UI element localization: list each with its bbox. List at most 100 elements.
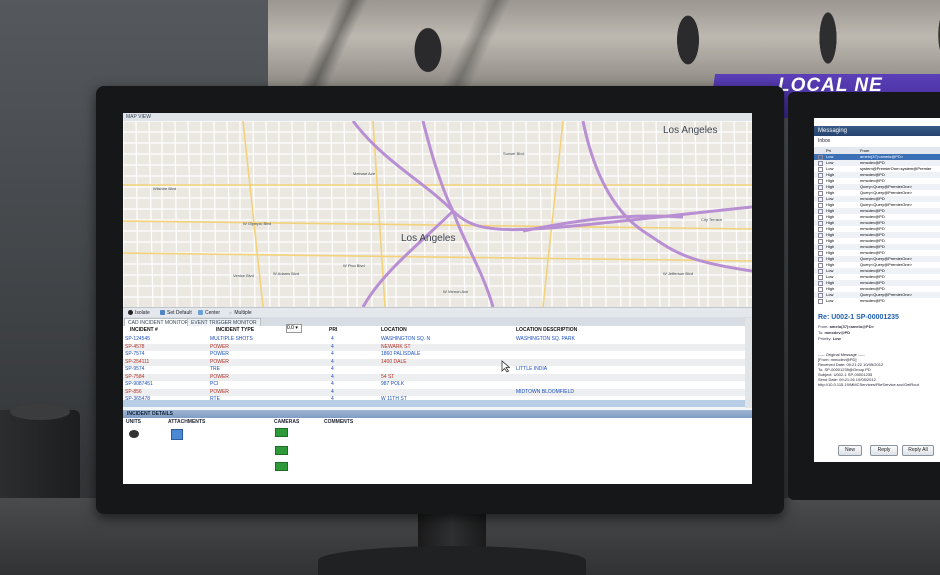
messaging-screen: Messaging Inbox Pri From Low amelo(37)<am… (814, 118, 940, 462)
cell-id: SP-856 (125, 388, 142, 395)
cell-id: SP-9087451 (125, 381, 153, 387)
street-map[interactable] (123, 121, 752, 307)
col-location-description[interactable]: LOCATION DESCRIPTION (516, 326, 577, 335)
cell-pri: 4 (331, 336, 334, 342)
camera-icon[interactable] (275, 428, 288, 437)
table-row[interactable]: SP-7584 POWER 4 54 ST (123, 373, 745, 381)
cell-type: POWER (210, 358, 229, 365)
col-pri[interactable]: PRI (329, 326, 337, 335)
map-label: W Olympic Blvd (243, 221, 272, 226)
cell-type: POWER (210, 343, 229, 350)
comments-pane: COMMENTS (321, 418, 752, 484)
cad-screen: MAP VIEW Los Angeles Los Angeles Wilshire … (123, 113, 752, 484)
cell-pri: 4 (331, 381, 334, 387)
selected-row-highlight (123, 400, 745, 407)
monitor-tabs: CAD INCIDENT MONITOR EVENT TRIGGER MONIT… (123, 317, 752, 327)
cell-type: PCI (210, 381, 219, 387)
map-view-title: MAP VIEW (123, 113, 752, 121)
cell-id: SP-4578 (125, 343, 145, 350)
cell-id: SP-7574 (125, 351, 145, 357)
pri-column-header[interactable]: Pri (826, 147, 831, 154)
cell-id: SP-124545 (125, 336, 151, 342)
monitor-stand-base (318, 546, 586, 575)
inbox-row[interactable]: Low mmcdev@PD (814, 298, 940, 304)
messaging-title: Messaging (814, 126, 940, 136)
table-row[interactable]: SP-856 POWER 4 MIDTOWN BLOOMFIELD (123, 388, 745, 396)
to-value: mmcdev@PD (824, 330, 851, 335)
attachments-label: ATTACHMENTS (168, 419, 206, 425)
col-incident[interactable]: INCIDENT # (130, 326, 158, 335)
set-default-icon (160, 310, 165, 316)
camera-icon[interactable] (275, 446, 288, 455)
cell-location: 54 ST (381, 373, 395, 380)
center-button[interactable]: Center (195, 309, 223, 317)
map-label: W Pico Blvd (343, 263, 365, 268)
comments-label: COMMENTS (324, 419, 354, 425)
attachment-icon[interactable] (171, 429, 183, 440)
cell-id: SP-254111 (125, 358, 150, 365)
map-label: Sunset Blvd (503, 151, 525, 156)
table-row[interactable]: SP-124545 MULTIPLE SHOTS 4 WASHINGTON SQ. N… (123, 336, 745, 343)
from-label: From: (818, 324, 829, 329)
attachments-pane: ATTACHMENTS (165, 418, 272, 484)
priority-value: Low (832, 336, 841, 341)
table-row[interactable]: SP-9087451 PCI 4 987 POLK (123, 381, 745, 388)
col-location[interactable]: LOCATION (381, 326, 407, 335)
cell-type: POWER (210, 373, 229, 380)
table-row[interactable]: SP-9574 TRE 4 LITTLE INDIA (123, 366, 745, 373)
map-label: Los Angeles (663, 125, 718, 136)
center-icon (198, 310, 203, 316)
map-view[interactable]: Los Angeles Los Angeles Wilshire Blvd W Oly… (123, 121, 752, 307)
cell-type: POWER (210, 388, 229, 395)
to-line: To: mmcdev@PD (818, 330, 850, 335)
inbox-tab[interactable]: Inbox (818, 138, 830, 144)
table-scrollbar[interactable] (745, 318, 752, 408)
table-row[interactable]: SP-254111 POWER 4 1400 DALE (123, 358, 745, 366)
map-label: Wilshire Blvd (153, 186, 177, 191)
message-body: ----- Original Message ----- [From: mmcd… (818, 352, 919, 387)
cell-desc: WASHINGTON SQ. PARK (516, 336, 575, 342)
from-line: From: amelo(37)<amelo@PD> (818, 324, 874, 329)
cell-pri: 4 (331, 343, 334, 350)
cell-id: SP-9574 (125, 366, 145, 372)
isolate-label: Isolate (135, 310, 150, 316)
cell-type: TRE (210, 366, 220, 372)
new-button[interactable]: New (838, 445, 862, 456)
reply-all-button[interactable]: Reply All (902, 445, 934, 456)
row-checkbox[interactable] (818, 299, 823, 304)
table-row[interactable]: SP-4578 POWER 4 NEWARK ST (123, 343, 745, 351)
cell-type: POWER (210, 351, 229, 357)
cell-pri: 4 (331, 358, 334, 365)
table-row[interactable]: SP-7574 POWER 4 1860 PALISDALE (123, 351, 745, 358)
incident-details-header: INCIDENT DETAILS (123, 410, 752, 418)
cameras-pane: CAMERAS (271, 418, 322, 484)
filter-dropdown[interactable]: 0.0 ▾ (286, 324, 302, 333)
incident-table: INCIDENT # INCIDENT TYPE PRI LOCATION LO… (123, 326, 745, 406)
from-value: amelo(37)<amelo@PD> (829, 324, 874, 329)
cell-type: MULTIPLE SHOTS (210, 336, 253, 342)
units-label: UNITS (126, 419, 141, 425)
cell-id: SP-7584 (125, 373, 145, 380)
cameras-label: CAMERAS (274, 419, 300, 425)
col-type[interactable]: INCIDENT TYPE (216, 326, 254, 335)
map-label: Los Angeles (401, 233, 456, 244)
mouse-pointer-icon (501, 360, 510, 373)
camera-icon[interactable] (275, 462, 288, 471)
cell-location: 1400 DALE (381, 358, 407, 365)
to-label: To: (818, 330, 824, 335)
set-default-label: Set Default (167, 310, 192, 316)
from-column-header[interactable]: From (860, 147, 869, 154)
row-priority: Low (826, 298, 834, 303)
cell-pri: 4 (331, 373, 334, 380)
set-default-button[interactable]: Set Default (157, 309, 195, 317)
isolate-button[interactable]: Isolate (125, 309, 153, 317)
cell-location: NEWARK ST (381, 343, 411, 350)
row-from: mmcdev@PD (860, 298, 885, 303)
inbox-header-row: Pri From (814, 147, 940, 154)
cell-location: WASHINGTON SQ. N (381, 336, 431, 342)
map-label: W Vernon Ave (443, 289, 469, 294)
reply-button[interactable]: Reply (870, 445, 898, 456)
unit-icon[interactable] (129, 430, 139, 438)
cell-pri: 4 (331, 388, 334, 395)
multiple-button[interactable]: ⇔ Multiple (225, 309, 255, 317)
